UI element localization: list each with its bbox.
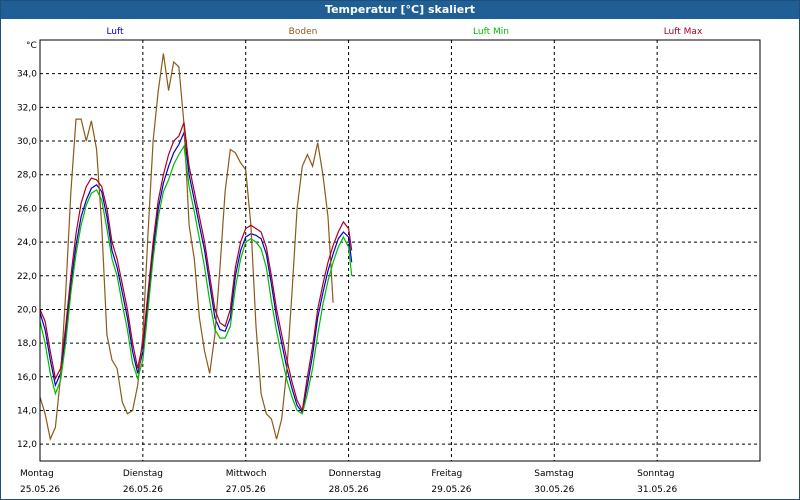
x-tick-date: 28.05.26 <box>329 485 369 495</box>
x-tick-day: Mittwoch <box>226 469 267 479</box>
legend: Luft Boden Luft Min Luft Max <box>106 27 703 37</box>
x-tick-date: 27.05.26 <box>226 485 266 495</box>
grid <box>40 40 760 461</box>
x-axis: Montag 25.05.26 Dienstag 26.05.26 Mittwoch 27… <box>20 469 677 495</box>
x-tick-day: Samstag <box>534 469 573 479</box>
x-tick-day: Donnerstag <box>329 469 382 479</box>
x-tick-date: 29.05.26 <box>431 485 471 495</box>
y-tick-label: 28,0 <box>17 171 37 181</box>
plot-area-border <box>39 39 761 462</box>
y-tick-label: 12,0 <box>17 440 37 450</box>
x-tick-day: Sonntag <box>637 469 674 479</box>
legend-entry: Boden <box>289 27 318 37</box>
temperature-chart: Luft Boden Luft Min Luft Max 12,0 14,0 16,0 18… <box>17 27 761 495</box>
y-tick-label: 20,0 <box>17 305 37 315</box>
series-line-luft-max <box>39 122 353 413</box>
y-tick-label: 26,0 <box>17 204 37 214</box>
y-tick-label: 14,0 <box>17 406 37 416</box>
y-tick-label: 32,0 <box>17 103 37 113</box>
x-tick-day: Freitag <box>431 469 462 479</box>
x-tick-date: 30.05.26 <box>534 485 574 495</box>
y-tick-label: 22,0 <box>17 272 37 282</box>
y-tick-label: 16,0 <box>17 373 37 383</box>
x-tick-day: Dienstag <box>123 469 163 479</box>
y-axis: 12,0 14,0 16,0 18,0 20,0 22,0 24,0 26,0 28,0 30,0… <box>17 41 37 450</box>
x-tick-day: Montag <box>20 469 54 479</box>
x-tick-date: 31.05.26 <box>637 485 677 495</box>
series-lines <box>39 53 353 442</box>
y-tick-label: 24,0 <box>17 238 37 248</box>
legend-entry: Luft Max <box>664 27 703 37</box>
legend-entry: Luft <box>106 27 124 37</box>
x-tick-date: 25.05.26 <box>20 485 60 495</box>
y-axis-unit: °C <box>26 41 37 51</box>
series-line-boden <box>39 53 334 442</box>
y-tick-label: 30,0 <box>17 137 37 147</box>
y-tick-label: 34,0 <box>17 70 37 80</box>
legend-entry: Luft Min <box>473 27 509 37</box>
x-tick-date: 26.05.26 <box>123 485 163 495</box>
y-tick-label: 18,0 <box>17 339 37 349</box>
